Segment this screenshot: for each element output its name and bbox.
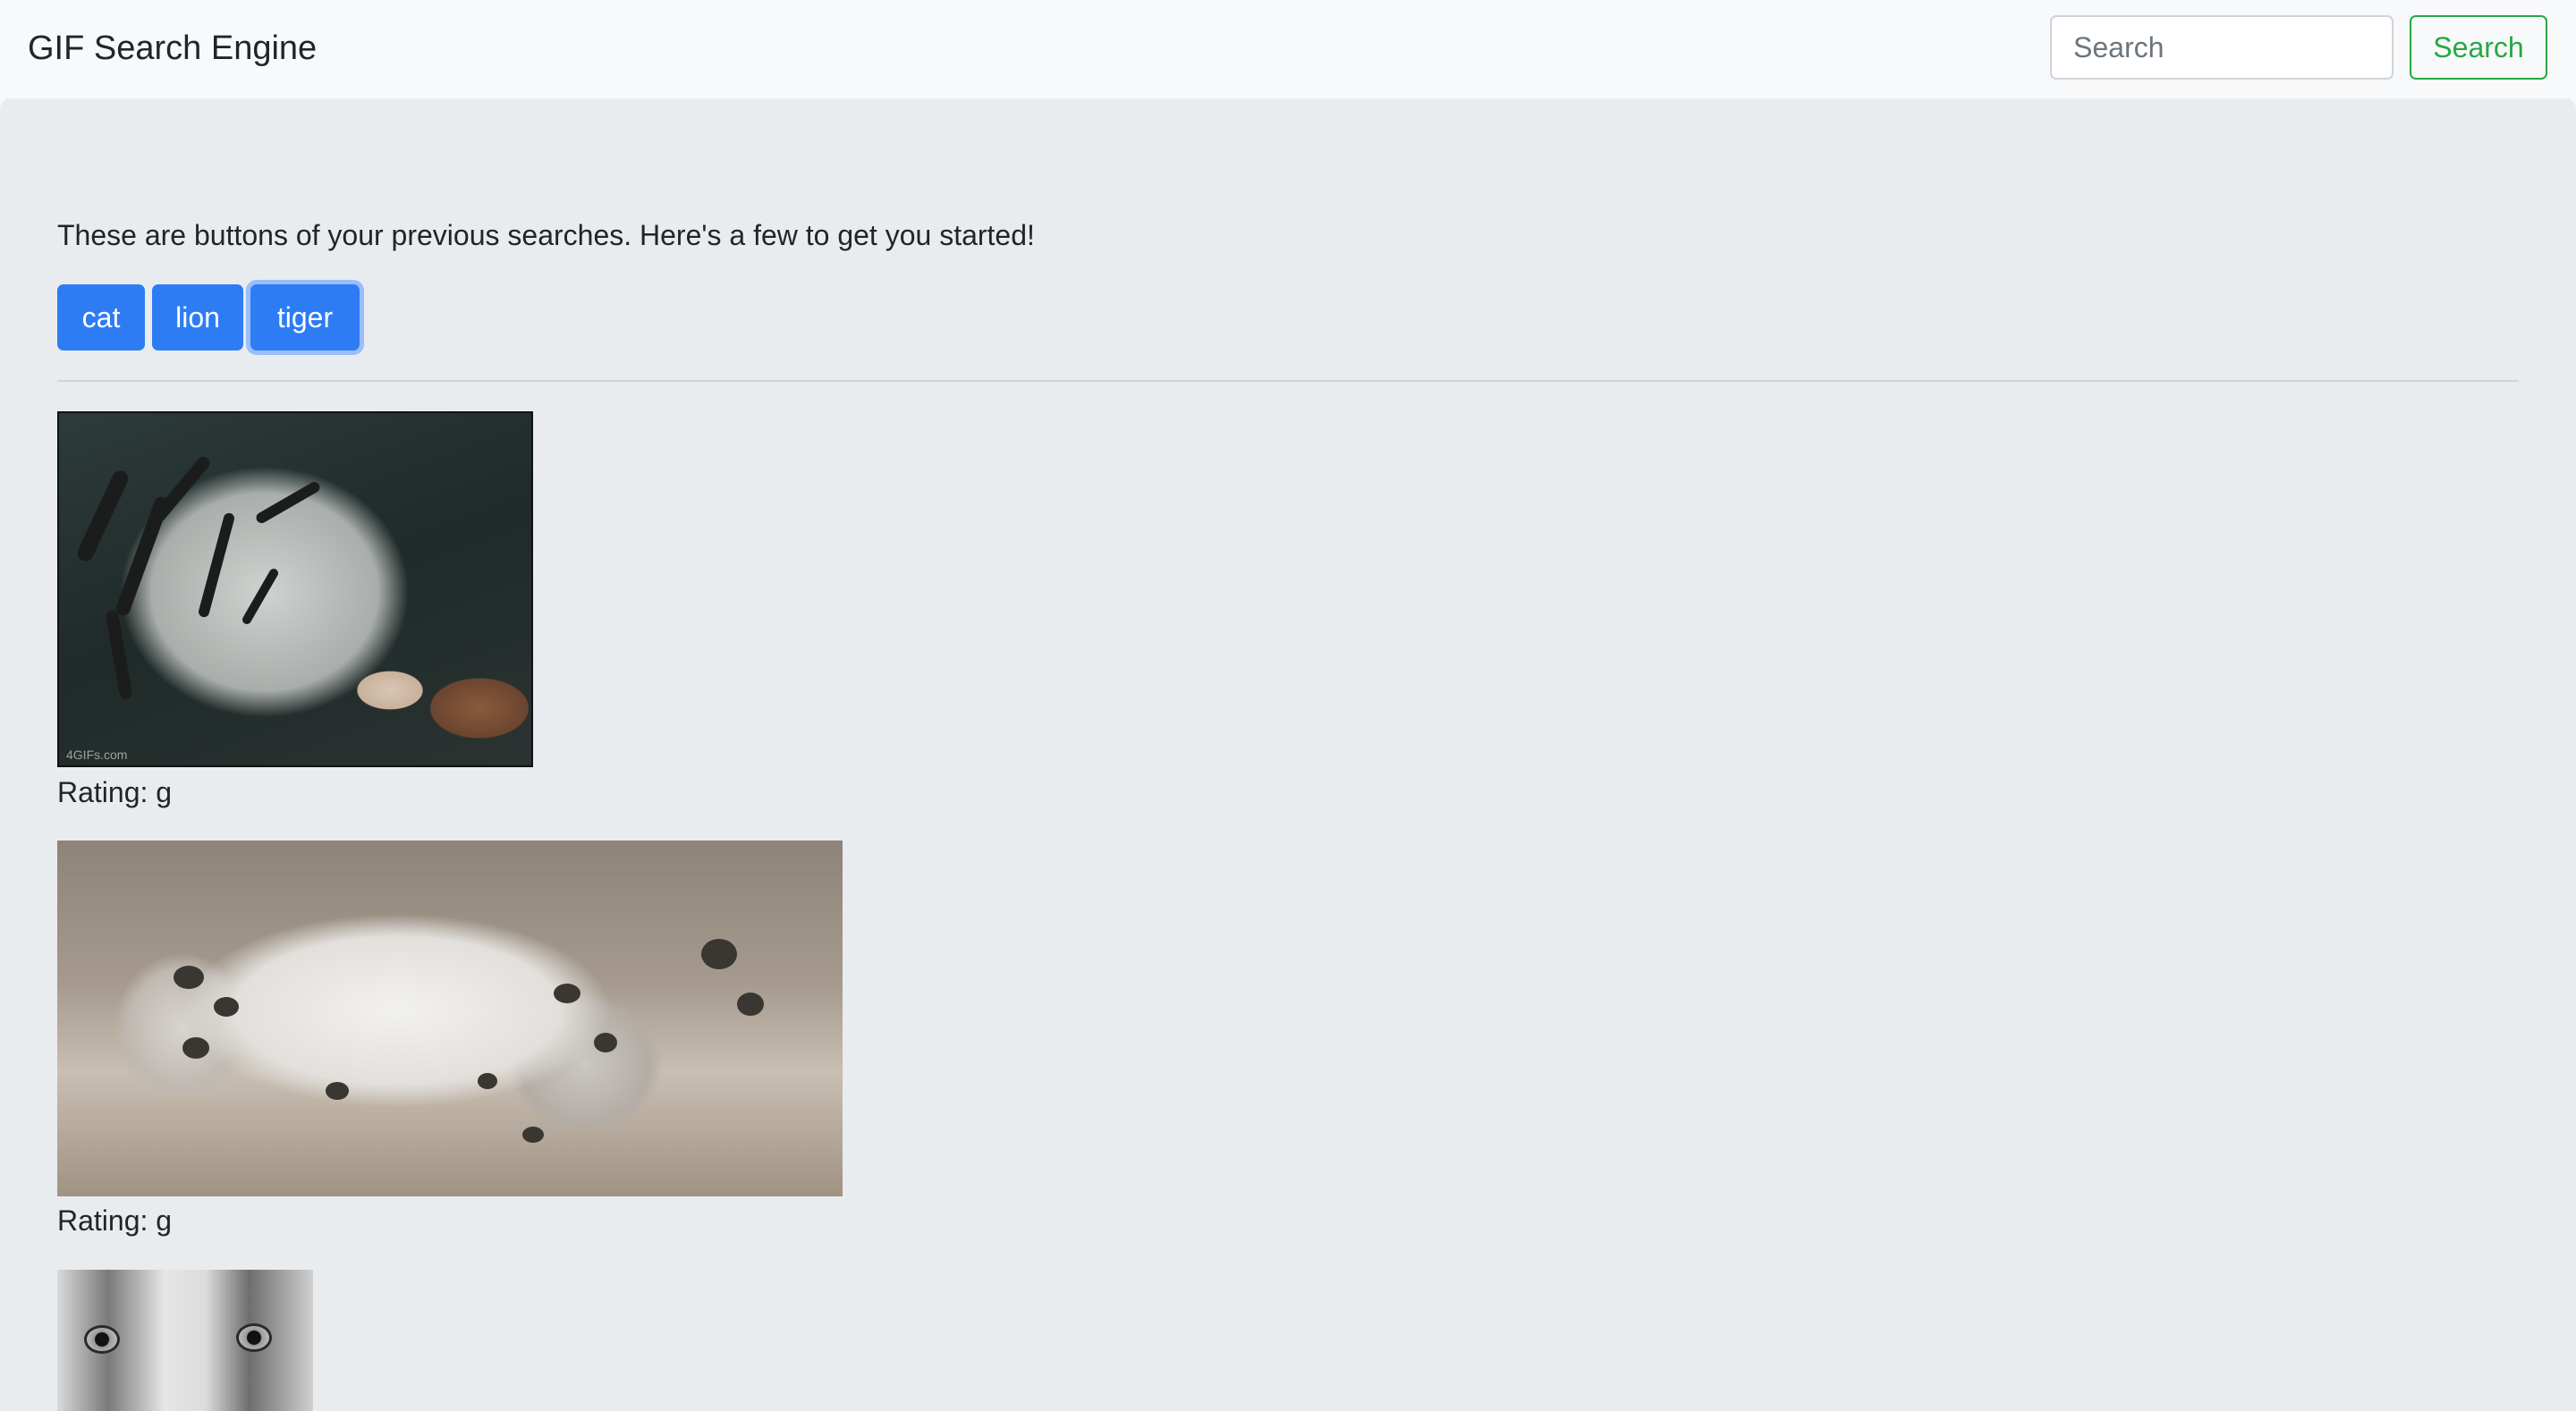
gif-rating: Rating: g bbox=[57, 1204, 173, 1237]
tiger-eye bbox=[236, 1323, 272, 1352]
leopard-spot bbox=[701, 939, 737, 969]
leopard-spot bbox=[174, 966, 204, 989]
tiger-stripe bbox=[105, 609, 133, 700]
topic-button-tiger[interactable]: tiger bbox=[250, 284, 360, 351]
search-button[interactable]: Search bbox=[2410, 15, 2547, 80]
gif-image[interactable] bbox=[57, 1270, 313, 1411]
gif-rating: Rating: g bbox=[57, 776, 173, 808]
tiger-stripe bbox=[254, 479, 322, 526]
gif-watermark: 4GIFs.com bbox=[66, 748, 128, 762]
tiger-stripe bbox=[74, 468, 131, 564]
tiger-stripe bbox=[197, 511, 236, 619]
tiger-eye bbox=[84, 1325, 120, 1354]
intro-text: These are buttons of your previous searc… bbox=[57, 219, 1035, 251]
topic-button-cat[interactable]: cat bbox=[57, 284, 145, 351]
gif-image[interactable] bbox=[57, 841, 843, 1196]
tiger-stripe bbox=[241, 567, 280, 626]
tiger-stripe bbox=[150, 454, 213, 524]
divider bbox=[57, 380, 2519, 382]
leopard-spot bbox=[522, 1127, 544, 1143]
search-input[interactable] bbox=[2050, 15, 2394, 80]
leopard-spot bbox=[737, 993, 764, 1016]
gif-image[interactable]: 4GIFs.com bbox=[57, 411, 533, 767]
brand-title[interactable]: GIF Search Engine bbox=[28, 25, 317, 72]
leopard-spot bbox=[326, 1082, 349, 1100]
topic-button-lion[interactable]: lion bbox=[152, 284, 243, 351]
leopard-spot bbox=[478, 1073, 497, 1089]
leopard-spot bbox=[214, 997, 239, 1017]
leopard-spot bbox=[554, 984, 580, 1003]
leopard-spot bbox=[182, 1037, 209, 1059]
leopard-spot bbox=[594, 1033, 617, 1052]
navbar: GIF Search Engine Search bbox=[0, 0, 2576, 98]
